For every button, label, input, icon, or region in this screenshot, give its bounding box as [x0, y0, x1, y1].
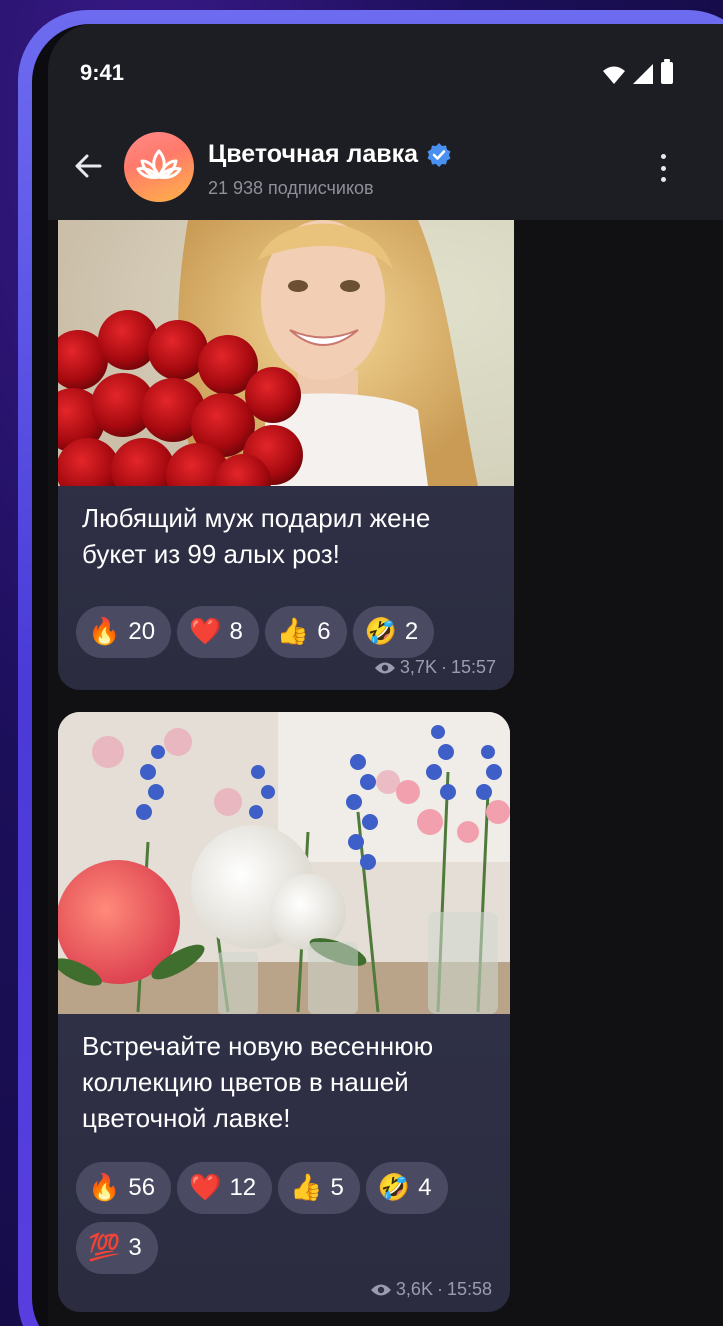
reaction-laughing[interactable]: 🤣 4	[365, 1162, 448, 1214]
heart-icon: ❤️	[189, 1173, 222, 1203]
meta-separator: ·	[436, 1279, 443, 1299]
channel-title-row[interactable]: Цветочная лавка	[208, 140, 452, 169]
battery-icon	[661, 59, 673, 84]
laughing-icon: 🤣	[364, 617, 397, 647]
reaction-heart[interactable]: ❤️ 12	[177, 1162, 273, 1214]
reaction-hundred[interactable]: 💯 3	[76, 1222, 158, 1274]
lotus-icon	[136, 149, 182, 179]
post-photo[interactable]	[58, 220, 514, 486]
eye-icon	[374, 662, 395, 673]
woman-with-roses-image	[58, 220, 514, 486]
reaction-laughing[interactable]: 🤣 2	[352, 606, 435, 658]
post-time: 15:58	[446, 1279, 492, 1299]
post-meta: 3,6K · 15:58	[370, 1279, 492, 1300]
meta-separator: ·	[440, 657, 447, 677]
more-options-icon[interactable]	[653, 152, 673, 184]
reaction-fire[interactable]: 🔥 56	[76, 1162, 172, 1214]
post-time: 15:57	[450, 657, 496, 677]
hundred-icon: 💯	[88, 1233, 121, 1263]
post-caption: Любящий муж подарил жене букет из 99 алы…	[82, 503, 431, 569]
thumbs-up-icon: 👍	[290, 1173, 323, 1203]
status-time: 9:41	[80, 60, 125, 85]
channel-avatar[interactable]	[124, 132, 194, 202]
reaction-thumbs-up[interactable]: 👍 6	[264, 606, 347, 658]
channel-post[interactable]: Любящий муж подарил жене букет из 99 алы…	[58, 220, 514, 690]
wifi-icon	[603, 66, 625, 84]
view-count: 3,7K	[399, 657, 437, 677]
reaction-heart[interactable]: ❤️ 8	[177, 606, 259, 658]
thumbs-up-icon: 👍	[276, 617, 310, 647]
back-arrow-icon[interactable]	[72, 150, 104, 182]
verified-badge-icon	[427, 142, 451, 167]
reactions-bar: 🔥 20 ❤️ 8 👍 6 🤣 2	[58, 606, 514, 658]
reactions-bar: 🔥 56 ❤️ 12 👍 5 🤣 4 💯 3	[58, 1162, 510, 1274]
post-meta: 3,7K · 15:57	[374, 657, 496, 678]
post-caption: Встречайте новую весеннюю коллекцию цвет…	[82, 1031, 434, 1133]
channel-header: Цветочная лавка 21 938 подписчиков	[48, 120, 723, 220]
status-icons	[603, 59, 673, 84]
fire-icon: 🔥	[88, 617, 121, 647]
fire-icon: 🔥	[88, 1173, 121, 1203]
post-photo[interactable]	[58, 712, 510, 1014]
eye-icon	[370, 1284, 391, 1295]
channel-name: Цветочная лавка	[208, 140, 419, 168]
subscriber-count: 21 938 подписчиков	[208, 178, 374, 198]
signal-icon	[633, 64, 653, 84]
laughing-icon: 🤣	[377, 1173, 411, 1203]
view-count: 3,6K	[395, 1279, 433, 1299]
status-bar: 9:41	[48, 24, 723, 120]
heart-icon: ❤️	[189, 617, 222, 647]
screen: 9:41 Цветочная лавка 21 938 подписчиков …	[48, 24, 723, 1326]
spring-flowers-image	[58, 712, 510, 1014]
reaction-thumbs-up[interactable]: 👍 5	[278, 1162, 360, 1214]
channel-post[interactable]: Встречайте новую весеннюю коллекцию цвет…	[58, 712, 510, 1312]
reaction-fire[interactable]: 🔥 20	[76, 606, 172, 658]
